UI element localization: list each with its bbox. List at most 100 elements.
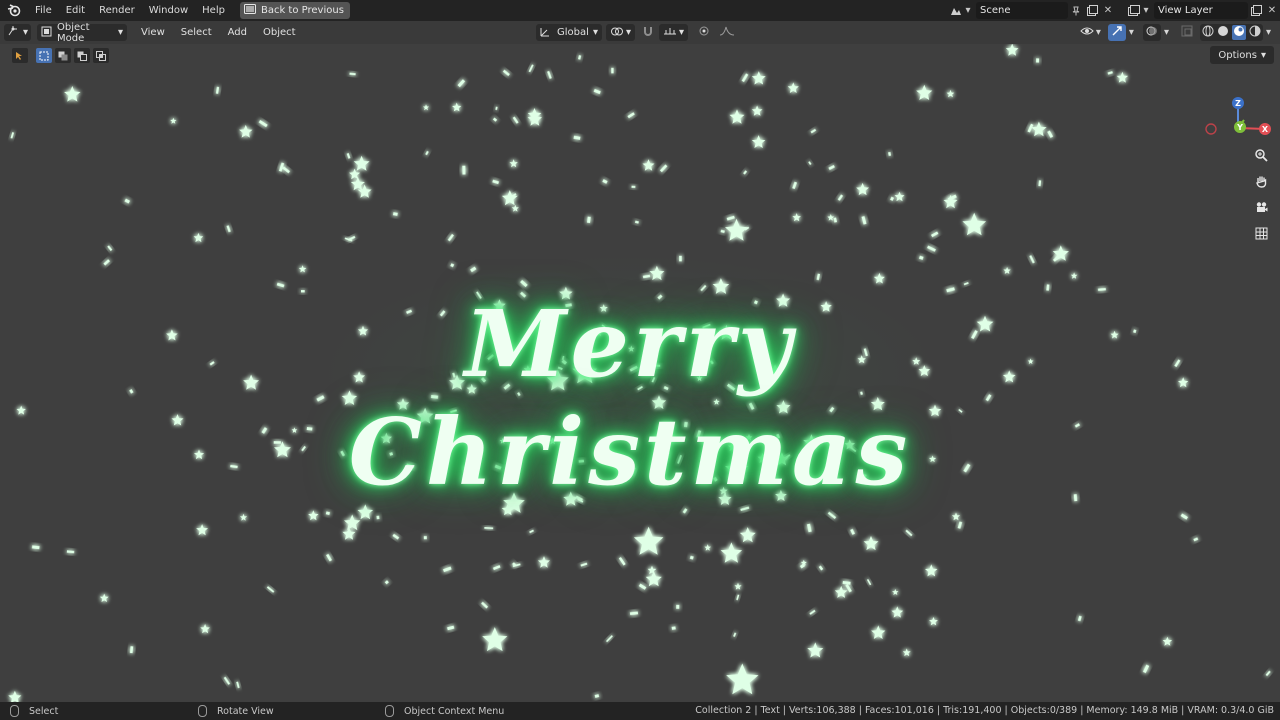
gizmo-toggle[interactable] bbox=[1107, 24, 1126, 41]
editor-type-dropdown[interactable]: ▾ bbox=[4, 24, 32, 41]
snap-target-dropdown[interactable]: ▾ bbox=[659, 24, 689, 41]
glowing-star bbox=[501, 190, 518, 206]
glowing-confetti bbox=[866, 578, 872, 586]
menu-edit[interactable]: Edit bbox=[59, 0, 92, 21]
overlays-toggle[interactable] bbox=[1142, 24, 1161, 41]
glowing-confetti bbox=[580, 562, 588, 567]
menu-help[interactable]: Help bbox=[195, 0, 232, 21]
glowing-confetti bbox=[326, 553, 332, 562]
glowing-star bbox=[196, 524, 208, 536]
glowing-confetti bbox=[720, 229, 725, 234]
proportional-editing-toggle[interactable] bbox=[696, 24, 712, 41]
menu-select[interactable]: Select bbox=[173, 27, 220, 38]
gizmo-dropdown[interactable]: ▾ bbox=[1126, 24, 1137, 41]
snap-toggle[interactable] bbox=[639, 24, 657, 41]
pivot-icon bbox=[610, 26, 624, 40]
glowing-star bbox=[734, 582, 742, 590]
viewport-header: ▾ Object Mode ▾ View Select Add Object G… bbox=[0, 21, 1280, 44]
glowing-confetti bbox=[1097, 287, 1106, 291]
glowing-star bbox=[873, 272, 885, 284]
view-layer-icon[interactable] bbox=[1126, 2, 1142, 19]
glowing-confetti bbox=[1077, 615, 1082, 622]
camera-view-icon[interactable] bbox=[1250, 196, 1272, 218]
menu-file[interactable]: File bbox=[28, 0, 59, 21]
navigation-gizmo[interactable]: Z X Y bbox=[1200, 68, 1280, 148]
close-view-layer-icon[interactable]: ✕ bbox=[1264, 2, 1280, 19]
glowing-star bbox=[1031, 121, 1047, 137]
glowing-confetti bbox=[447, 625, 455, 631]
glowing-confetti bbox=[392, 533, 400, 540]
select-box-tool[interactable] bbox=[12, 48, 28, 63]
falloff-curve-icon bbox=[719, 26, 735, 39]
wireframe-shading-icon[interactable] bbox=[1202, 25, 1214, 40]
back-to-previous-button[interactable]: Back to Previous bbox=[239, 2, 350, 19]
proportional-falloff-dropdown[interactable] bbox=[716, 24, 738, 41]
3d-viewport[interactable]: Merry Christmas Options ▾ Z X Y bbox=[0, 44, 1280, 702]
glowing-confetti bbox=[743, 170, 748, 175]
glowing-confetti bbox=[423, 536, 427, 540]
menu-view[interactable]: View bbox=[133, 27, 173, 38]
scene-browse-icon[interactable] bbox=[948, 2, 964, 19]
rendered-shading-icon[interactable] bbox=[1249, 25, 1261, 40]
dropdown-arrow-icon: ▾ bbox=[1265, 27, 1271, 38]
pan-hand-icon[interactable] bbox=[1250, 170, 1272, 192]
scene-name-field[interactable]: Scene bbox=[976, 2, 1068, 19]
blender-logo-icon[interactable] bbox=[0, 0, 28, 21]
glowing-confetti bbox=[1047, 130, 1054, 138]
xray-toggle[interactable] bbox=[1178, 24, 1196, 41]
pin-icon[interactable] bbox=[1068, 2, 1084, 19]
glowing-confetti bbox=[107, 245, 113, 252]
close-scene-icon[interactable]: ✕ bbox=[1100, 2, 1116, 19]
menu-render[interactable]: Render bbox=[92, 0, 142, 21]
pivot-point-dropdown[interactable]: ▾ bbox=[606, 24, 636, 41]
glowing-star bbox=[1110, 330, 1119, 339]
merry-christmas-text-object[interactable]: Merry Christmas bbox=[240, 290, 1020, 506]
solid-shading-icon[interactable] bbox=[1217, 25, 1229, 40]
glowing-confetti bbox=[258, 119, 268, 128]
view-layer-field[interactable]: View Layer bbox=[1154, 2, 1248, 19]
glowing-confetti bbox=[837, 194, 844, 201]
menu-add[interactable]: Add bbox=[220, 27, 255, 38]
shading-dropdown[interactable]: ▾ bbox=[1263, 24, 1274, 41]
glowing-star bbox=[787, 82, 799, 93]
grid-ortho-icon[interactable] bbox=[1250, 222, 1272, 244]
glowing-star bbox=[308, 510, 319, 521]
overlays-dropdown[interactable]: ▾ bbox=[1161, 24, 1172, 41]
selection-mode-new[interactable] bbox=[36, 48, 52, 63]
dropdown-arrow-icon: ▾ bbox=[679, 27, 685, 38]
glowing-confetti bbox=[470, 266, 477, 273]
glowing-confetti bbox=[890, 196, 895, 201]
glowing-star bbox=[349, 168, 361, 180]
options-dropdown[interactable]: Options ▾ bbox=[1210, 46, 1274, 64]
xray-icon bbox=[1181, 25, 1193, 40]
transform-orientation-dropdown[interactable]: Global ▾ bbox=[536, 24, 602, 41]
glowing-confetti bbox=[809, 609, 816, 615]
selection-mode-extend[interactable] bbox=[55, 48, 71, 63]
glowing-confetti bbox=[384, 580, 389, 585]
glowing-star bbox=[171, 414, 184, 426]
glowing-confetti bbox=[282, 166, 291, 174]
selection-mode-subtract[interactable] bbox=[74, 48, 90, 63]
menu-window[interactable]: Window bbox=[142, 0, 195, 21]
glowing-confetti bbox=[1038, 180, 1042, 187]
material-shading-icon[interactable] bbox=[1231, 25, 1246, 40]
mouse-middle-icon bbox=[198, 705, 207, 717]
dropdown-arrow-icon: ▾ bbox=[965, 5, 971, 16]
new-view-layer-icon[interactable] bbox=[1248, 2, 1264, 19]
selection-mode-intersect[interactable] bbox=[93, 48, 109, 63]
menu-object[interactable]: Object bbox=[255, 27, 304, 38]
zoom-icon[interactable] bbox=[1250, 144, 1272, 166]
glowing-star bbox=[642, 159, 655, 171]
glowing-star bbox=[166, 329, 178, 341]
visibility-dropdown[interactable]: ▾ bbox=[1077, 24, 1104, 41]
glowing-star bbox=[509, 159, 518, 168]
mode-dropdown[interactable]: Object Mode ▾ bbox=[37, 22, 128, 44]
glowing-confetti bbox=[266, 586, 275, 593]
glowing-star bbox=[170, 117, 177, 124]
glowing-confetti bbox=[10, 132, 15, 139]
glowing-confetti bbox=[547, 70, 552, 79]
glowing-confetti bbox=[736, 594, 740, 601]
glowing-confetti bbox=[671, 626, 676, 630]
glowing-confetti bbox=[850, 528, 856, 535]
new-scene-icon[interactable] bbox=[1084, 2, 1100, 19]
